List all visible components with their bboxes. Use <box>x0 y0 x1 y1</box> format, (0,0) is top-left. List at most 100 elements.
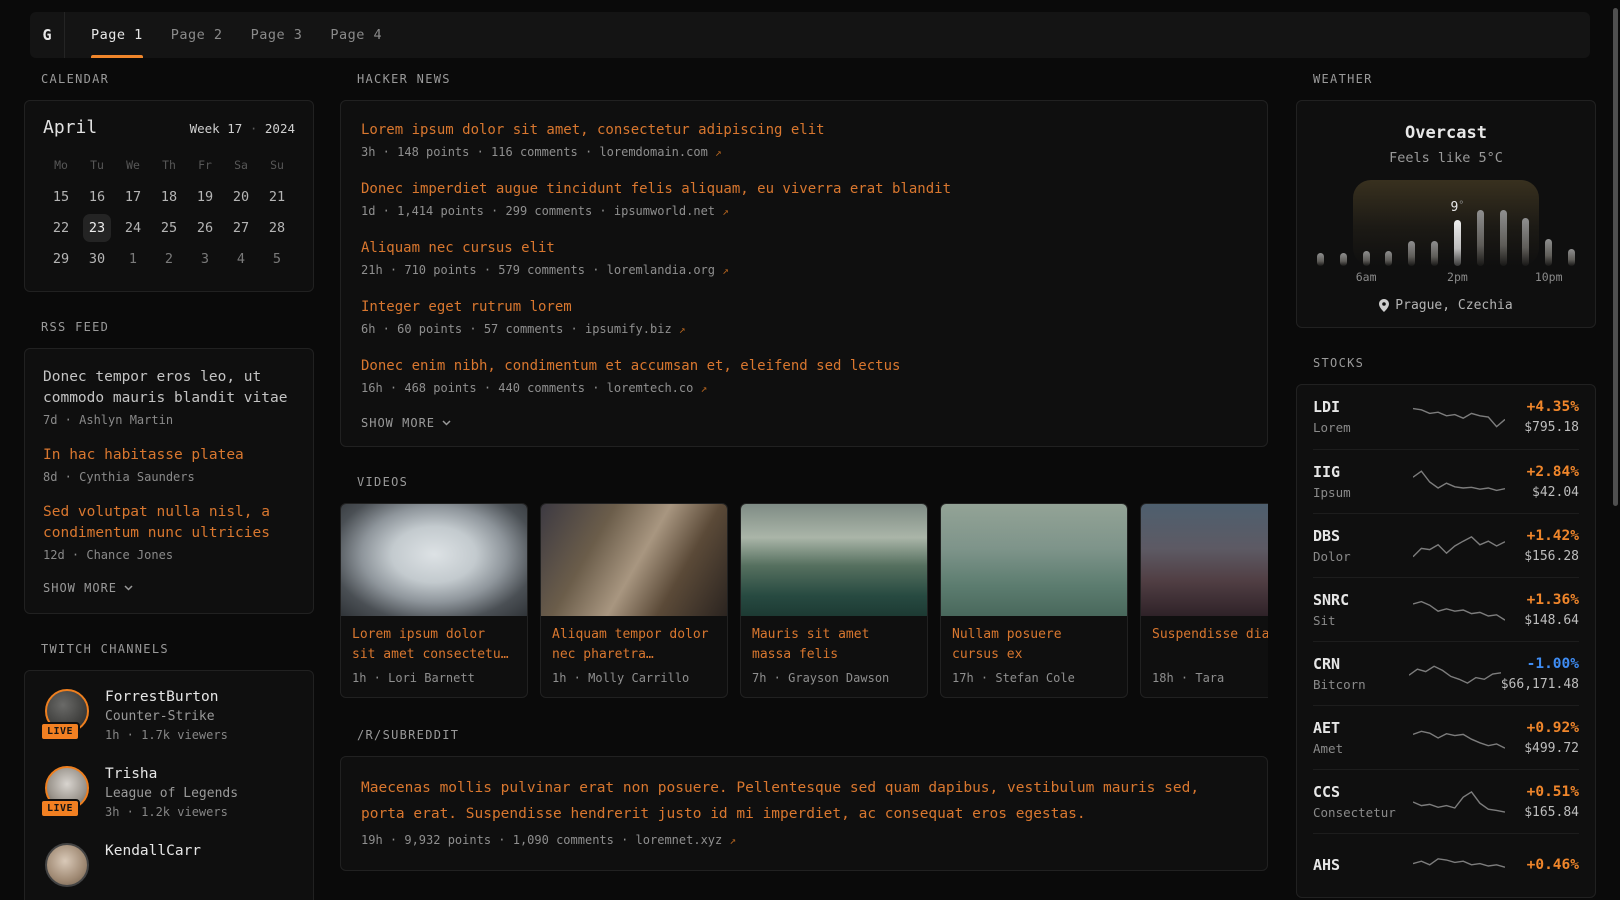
subreddit-post-domain[interactable]: loremnet.xyz <box>636 833 723 847</box>
external-link-icon: ↗ <box>679 323 686 336</box>
twitch-channel-row[interactable]: KendallCarr <box>43 841 295 889</box>
stock-change: +0.46% <box>1505 856 1579 875</box>
twitch-channel-row[interactable]: LIVEForrestBurtonCounter-Strike1h · 1.7k… <box>43 687 295 744</box>
stock-row[interactable]: DBSDolor+1.42%$156.28 <box>1313 513 1579 577</box>
weather-bar <box>1408 241 1415 266</box>
weather-bar <box>1568 249 1575 266</box>
rss-item-title[interactable]: Sed volutpat nulla nisl, a condimentum n… <box>43 502 295 544</box>
hackernews-item-title[interactable]: Donec imperdiet augue tincidunt felis al… <box>361 178 1247 200</box>
weather-bar <box>1340 253 1347 266</box>
weather-section-label: WEATHER <box>1313 72 1596 88</box>
video-thumbnail <box>941 504 1127 616</box>
video-title[interactable]: Mauris sit amet massa felis <box>752 625 916 665</box>
video-card[interactable]: Suspendisse diam18h · Tara <box>1140 503 1268 698</box>
calendar-day: 25 <box>155 214 183 242</box>
hackernews-item-domain[interactable]: loremdomain.com <box>599 145 707 159</box>
subreddit-post-title[interactable]: Maecenas mollis pulvinar erat non posuer… <box>361 775 1241 827</box>
calendar-day: 24 <box>119 214 147 242</box>
hackernews-item: Donec imperdiet augue tincidunt felis al… <box>361 178 1247 223</box>
twitch-channel-game: Counter-Strike <box>105 707 228 726</box>
tab-page-3[interactable]: Page 3 <box>251 12 303 58</box>
rss-item-meta: 12d · Chance Jones <box>43 545 295 565</box>
page-scrollbar-thumb[interactable] <box>1613 8 1618 506</box>
tab-page-4[interactable]: Page 4 <box>330 12 382 58</box>
stock-row[interactable]: IIGIpsum+2.84%$42.04 <box>1313 449 1579 513</box>
stock-row[interactable]: CRNBitcorn-1.00%$66,171.48 <box>1313 641 1579 705</box>
video-thumbnail <box>1141 504 1268 616</box>
calendar-day: 30 <box>83 245 111 273</box>
stock-row[interactable]: LDILorem+4.35%$795.18 <box>1313 385 1579 449</box>
hackernews-item-title[interactable]: Aliquam nec cursus elit <box>361 237 1247 259</box>
video-card[interactable]: Mauris sit amet massa felis7h · Grayson … <box>740 503 928 698</box>
stock-row[interactable]: SNRCSit+1.36%$148.64 <box>1313 577 1579 641</box>
stock-row[interactable]: CCSConsectetur+0.51%$165.84 <box>1313 769 1579 833</box>
weather-current-temp: 9° <box>1450 200 1464 215</box>
video-title[interactable]: Aliquam tempor dolor nec pharetra… <box>552 625 716 665</box>
video-meta: 1h · Lori Barnett <box>352 671 516 685</box>
calendar-widget: April Week 17 · 2024 MoTuWeThFrSaSu15161… <box>24 100 314 292</box>
calendar-week-year: Week 17 · 2024 <box>190 121 295 136</box>
rss-item-title[interactable]: In hac habitasse platea <box>43 445 295 466</box>
hackernews-item-title[interactable]: Donec enim nibh, condimentum et accumsan… <box>361 355 1247 377</box>
stock-info: CRNBitcorn <box>1313 655 1409 693</box>
rss-section-label: RSS FEED <box>41 320 314 336</box>
hackernews-item-meta-text: 16h · 468 points · 440 comments · <box>361 381 607 395</box>
rss-item: Donec tempor eros leo, ut commodo mauris… <box>43 367 295 430</box>
subreddit-section-label: /R/SUBREDDIT <box>357 728 1268 744</box>
tab-page-1[interactable]: Page 1 <box>91 12 143 58</box>
hackernews-show-more-button[interactable]: SHOW MORE <box>361 416 1247 430</box>
video-thumbnail <box>541 504 727 616</box>
hackernews-item-domain[interactable]: ipsumworld.net <box>614 204 715 218</box>
stock-price: $156.28 <box>1505 548 1579 565</box>
page-scrollbar-track[interactable] <box>1612 0 1620 900</box>
stock-change: +2.84% <box>1505 463 1579 482</box>
hackernews-item-domain[interactable]: ipsumify.biz <box>585 322 672 336</box>
hackernews-item-meta: 21h · 710 points · 579 comments · loreml… <box>361 259 1247 282</box>
weather-bar <box>1363 251 1370 266</box>
hackernews-item-domain[interactable]: loremlandia.org <box>607 263 715 277</box>
hackernews-item-title[interactable]: Integer eget rutrum lorem <box>361 296 1247 318</box>
video-title[interactable]: Nullam posuere cursus ex <box>952 625 1116 665</box>
rss-show-more-button[interactable]: SHOW MORE <box>43 581 295 595</box>
weather-bar <box>1431 241 1438 266</box>
video-card[interactable]: Aliquam tempor dolor nec pharetra…1h · M… <box>540 503 728 698</box>
stock-change: +1.36% <box>1505 591 1579 610</box>
twitch-channel-game: League of Legends <box>105 784 238 803</box>
stock-info: IIGIpsum <box>1313 463 1413 501</box>
video-card[interactable]: Lorem ipsum dolor sit amet consectetu… 1h… <box>340 503 528 698</box>
twitch-channel-name[interactable]: Trisha <box>105 764 238 784</box>
hackernews-item-meta: 16h · 468 points · 440 comments · loremt… <box>361 377 1247 400</box>
chevron-down-icon <box>442 420 451 426</box>
external-link-icon: ↗ <box>729 834 736 847</box>
calendar-weekday-su: Su <box>270 154 284 176</box>
rss-item-meta: 8d · Cynthia Saunders <box>43 467 295 487</box>
stock-values: +0.92%$499.72 <box>1505 719 1579 757</box>
twitch-channel-name[interactable]: ForrestBurton <box>105 687 228 707</box>
calendar-day: 4 <box>227 245 255 273</box>
twitch-channel-name[interactable]: KendallCarr <box>105 841 201 861</box>
weather-hourly-chart: 9°6am2pm10pm <box>1317 180 1575 276</box>
stock-row[interactable]: AETAmet+0.92%$499.72 <box>1313 705 1579 769</box>
hackernews-item-domain[interactable]: loremtech.co <box>607 381 694 395</box>
video-title[interactable]: Suspendisse diam <box>1152 625 1268 665</box>
calendar-day: 5 <box>263 245 291 273</box>
stock-symbol: CRN <box>1313 655 1409 674</box>
tab-page-2[interactable]: Page 2 <box>171 12 223 58</box>
calendar-day: 21 <box>263 183 291 211</box>
videos-row: Lorem ipsum dolor sit amet consectetu… 1h… <box>340 503 1268 698</box>
video-title[interactable]: Lorem ipsum dolor sit amet consectetu… <box>352 625 516 665</box>
stock-symbol: CCS <box>1313 783 1413 802</box>
weather-widget: Overcast Feels like 5°C 9°6am2pm10pm Pra… <box>1296 100 1596 328</box>
hackernews-item-title[interactable]: Lorem ipsum dolor sit amet, consectetur … <box>361 119 1247 141</box>
stock-name: Lorem <box>1313 419 1413 436</box>
app-logo[interactable]: G <box>30 12 64 58</box>
calendar-separator: · <box>250 121 258 136</box>
video-card[interactable]: Nullam posuere cursus ex17h · Stefan Col… <box>940 503 1128 698</box>
rss-item-title[interactable]: Donec tempor eros leo, ut commodo mauris… <box>43 367 295 409</box>
stock-name: Ipsum <box>1313 484 1413 501</box>
twitch-channel-row[interactable]: LIVETrishaLeague of Legends3h · 1.2k vie… <box>43 764 295 821</box>
weather-location-text: Prague, Czechia <box>1395 298 1512 313</box>
hackernews-item-meta: 1d · 1,414 points · 299 comments · ipsum… <box>361 200 1247 223</box>
stock-row[interactable]: AHS+0.46% <box>1313 833 1579 897</box>
video-card-body: Suspendisse diam18h · Tara <box>1141 616 1268 697</box>
